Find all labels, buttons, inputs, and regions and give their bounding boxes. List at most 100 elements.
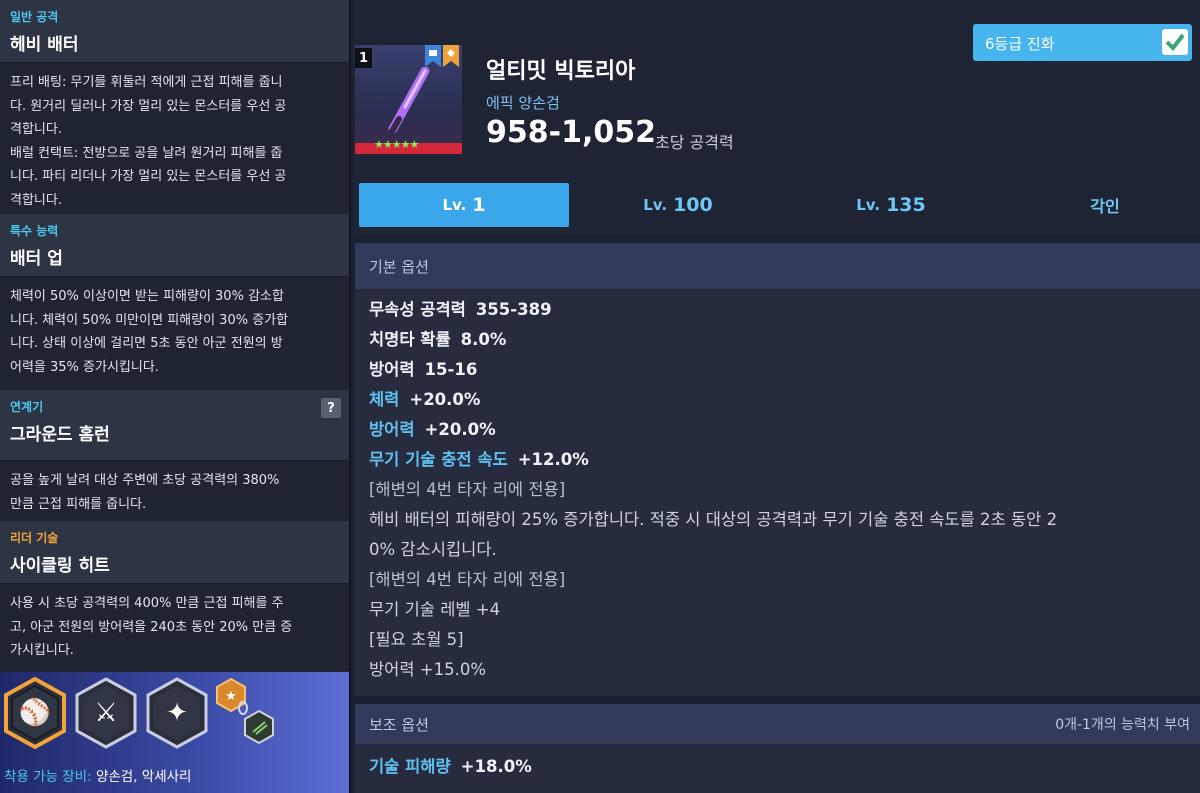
chain-link-icon — [236, 700, 250, 715]
tab-engrave[interactable]: 각인 — [1000, 183, 1200, 227]
weapon-attack-value: 958-1,052 — [486, 115, 656, 150]
section-title: 헤비 배터 — [10, 35, 79, 55]
section-title: 사이클링 히트 — [10, 556, 110, 576]
section-title: 그라운드 홈런 — [10, 425, 110, 445]
weapon-name: 얼티밋 빅토리아 — [486, 59, 636, 84]
weapon-portrait: 1 ★★★★★ — [355, 45, 462, 154]
orange-ribbon-icon — [443, 45, 459, 67]
section-description: 체력이 50% 이상이면 받는 피해량이 30% 감소합 니다. 체력이 50%… — [0, 276, 349, 390]
stat-list: 무속성 공격력 355-389 치명타 확률 8.0% 방어력 15-16 체력 +20… — [355, 289, 1200, 691]
stat-value: 355-389 — [475, 300, 552, 319]
stat-row: 기술 피해량 +18.0% — [369, 752, 1186, 782]
stat-name: 무속성 공격력 — [369, 300, 466, 319]
exclusive-desc-line: 0% 감소시킵니다. — [369, 540, 497, 559]
stat-list: 기술 피해량 +18.0% — [355, 744, 1200, 788]
weapon-type: 에픽 양손검 — [486, 94, 560, 112]
sword-skill-icon[interactable]: ⚔ — [74, 677, 138, 749]
tab-lv-135[interactable]: Lv. 135 — [786, 183, 996, 227]
panel-title: 보조 옵션 — [369, 715, 429, 734]
sparkle-skill-icon[interactable]: ✦ — [145, 677, 209, 749]
weapon-header: 1 ★★★★★ 얼티밋 빅토리아 에픽 양손검 958-1,052 초당 공격력… — [353, 0, 1200, 176]
exclusive-tag: [해변의 4번 타자 리에 전용] — [369, 480, 566, 499]
blue-ribbon-icon — [425, 45, 441, 67]
equip-label: 착용 가능 장비: — [4, 769, 92, 785]
chain-skill-section: 연계기 그라운드 홈런 ? 공을 높게 날려 대상 주변에 초당 공격력의 38… — [0, 390, 349, 521]
section-title: 배터 업 — [10, 249, 63, 269]
tab-value: 100 — [673, 194, 713, 216]
section-description: 공을 높게 날려 대상 주변에 초당 공격력의 380% 만큼 근접 피해를 줍… — [0, 460, 349, 521]
help-button[interactable]: ? — [321, 398, 341, 418]
stat-value: +20.0% — [409, 390, 481, 409]
section-tag: 일반 공격 — [10, 10, 59, 24]
section-tag: 연계기 — [10, 400, 44, 414]
section-header: 특수 능력 배터 업 — [0, 214, 349, 276]
panel-title: 기본 옵션 — [369, 257, 429, 276]
skill-info-panel: 일반 공격 헤비 배터 프리 배팅: 무기를 휘둘러 적에게 근접 피해를 줍니… — [0, 0, 351, 793]
stat-name: 체력 — [369, 390, 400, 409]
stat-row: 방어력 +20.0% — [369, 415, 1186, 445]
sub-options-panel: 보조 옵션 0개-1개의 능력치 부여 기술 피해량 +18.0% — [355, 704, 1200, 793]
evolve-checkbox[interactable] — [1162, 29, 1188, 55]
stat-name: 방어력 — [369, 360, 415, 379]
tab-lv-1[interactable]: Lv. 1 — [359, 183, 569, 227]
stat-row: 체력 +20.0% — [369, 385, 1186, 415]
stat-row: 무기 기술 충전 속도 +12.0% — [369, 445, 1186, 475]
evolve-label: 6등급 진화 — [985, 35, 1055, 53]
leader-skill-section: 리더 기술 사이클링 히트 사용 시 초당 공격력의 400% 만큼 근접 피해… — [0, 521, 349, 671]
tab-prefix: Lv. — [442, 196, 467, 214]
desc-line: 다. 원거리 딜러나 가장 멀리 있는 몬스터를 우선 공 — [10, 98, 287, 114]
stat-row: 치명타 확률 8.0% — [369, 325, 1186, 355]
desc-line: 니다. 파티 리더나 가장 멀리 있는 몬스터를 우선 공 — [10, 169, 287, 184]
stat-row: 방어력 15-16 — [369, 355, 1186, 385]
desc-line: 프리 배팅: 무기를 휘둘러 적에게 근접 피해를 줍니 — [10, 75, 283, 90]
bat-skill-icon[interactable]: ⚾ — [3, 677, 67, 749]
equip-value: 양손검, 악세사리 — [95, 769, 192, 785]
exclusive-tag: [해변의 4번 타자 리에 전용] — [369, 570, 566, 589]
weapon-detail-panel: 1 ★★★★★ 얼티밋 빅토리아 에픽 양손검 958-1,052 초당 공격력… — [353, 0, 1200, 793]
check-icon — [1165, 33, 1185, 51]
section-description: 사용 시 초당 공격력의 400% 만큼 근접 피해를 주 고, 아군 전원의 … — [0, 583, 349, 671]
tab-prefix: Lv. — [643, 196, 668, 214]
tab-value: 1 — [472, 194, 486, 216]
desc-line: 배럴 컨택트: 전방으로 공을 날려 원거리 피해를 줍 — [10, 145, 283, 161]
section-header: 일반 공격 헤비 배터 — [0, 0, 349, 62]
stat-value: +20.0% — [424, 420, 496, 439]
skill-icon-bar: ⚾ ⚔ ✦ ★ 착용 가능 장비: 양손검, 악세사리 — [0, 672, 349, 793]
desc-line: 만큼 근접 피해를 줍니다. — [10, 496, 147, 512]
desc-line: 어력을 35% 증가시킵니다. — [10, 359, 159, 375]
stat-row: 무속성 공격력 355-389 — [369, 295, 1186, 325]
stat-value: 8.0% — [460, 330, 507, 349]
desc-line: 체력이 50% 이상이면 받는 피해량이 30% 감소합 — [10, 289, 284, 304]
tab-value: 135 — [886, 194, 926, 216]
stat-name: 무기 기술 충전 속도 — [369, 450, 508, 469]
equippable-gear: 착용 가능 장비: 양손검, 악세사리 — [4, 765, 191, 785]
desc-line: 격합니다. — [10, 122, 62, 137]
desc-line: 니다. 상태 이상에 걸리면 5초 동안 아군 전원의 방 — [10, 336, 283, 351]
tab-value: 각인 — [1090, 197, 1120, 216]
tab-lv-100[interactable]: Lv. 100 — [573, 183, 783, 227]
stat-value: +12.0% — [517, 450, 589, 469]
section-tag: 특수 능력 — [10, 224, 59, 238]
weapon-attack-label: 초당 공격력 — [655, 133, 734, 152]
normal-attack-section: 일반 공격 헤비 배터 프리 배팅: 무기를 휘둘러 적에게 근접 피해를 줍니… — [0, 0, 349, 214]
bat-weapon-icon — [388, 67, 430, 135]
desc-line: 가시킵니다. — [10, 643, 74, 658]
stat-value: +18.0% — [460, 757, 532, 776]
desc-line: 공을 높게 날려 대상 주변에 초당 공격력의 380% — [10, 473, 280, 488]
section-header: 리더 기술 사이클링 히트 — [0, 521, 349, 583]
desc-line: 격합니다. — [10, 192, 62, 208]
panel-note: 0개-1개의 능력치 부여 — [1055, 717, 1190, 733]
panel-header: 기본 옵션 — [355, 243, 1200, 289]
stat-name: 치명타 확률 — [369, 330, 451, 349]
evolve-toggle[interactable]: 6등급 진화 — [973, 24, 1192, 61]
exclusive-desc-line: 헤비 배터의 피해량이 25% 증가합니다. 적중 시 대상의 공격력과 무기 … — [369, 510, 1058, 529]
requirement-line: [필요 초월 5] — [369, 630, 464, 649]
section-description: 프리 배팅: 무기를 휘둘러 적에게 근접 피해를 줍니 다. 원거리 딜러나 … — [0, 62, 349, 214]
desc-line: 니다. 체력이 50% 미만이면 피해량이 30% 증가합 — [10, 312, 289, 328]
level-tabs: Lv. 1 Lv. 100 Lv. 135 각인 — [353, 176, 1200, 235]
exclusive-desc-line: 무기 기술 레벨 +4 — [369, 600, 501, 619]
stat-value: 15-16 — [424, 360, 478, 379]
link-badge-icon[interactable] — [244, 709, 274, 745]
panel-header: 보조 옵션 0개-1개의 능력치 부여 — [355, 704, 1200, 744]
section-tag: 리더 기술 — [10, 531, 59, 545]
